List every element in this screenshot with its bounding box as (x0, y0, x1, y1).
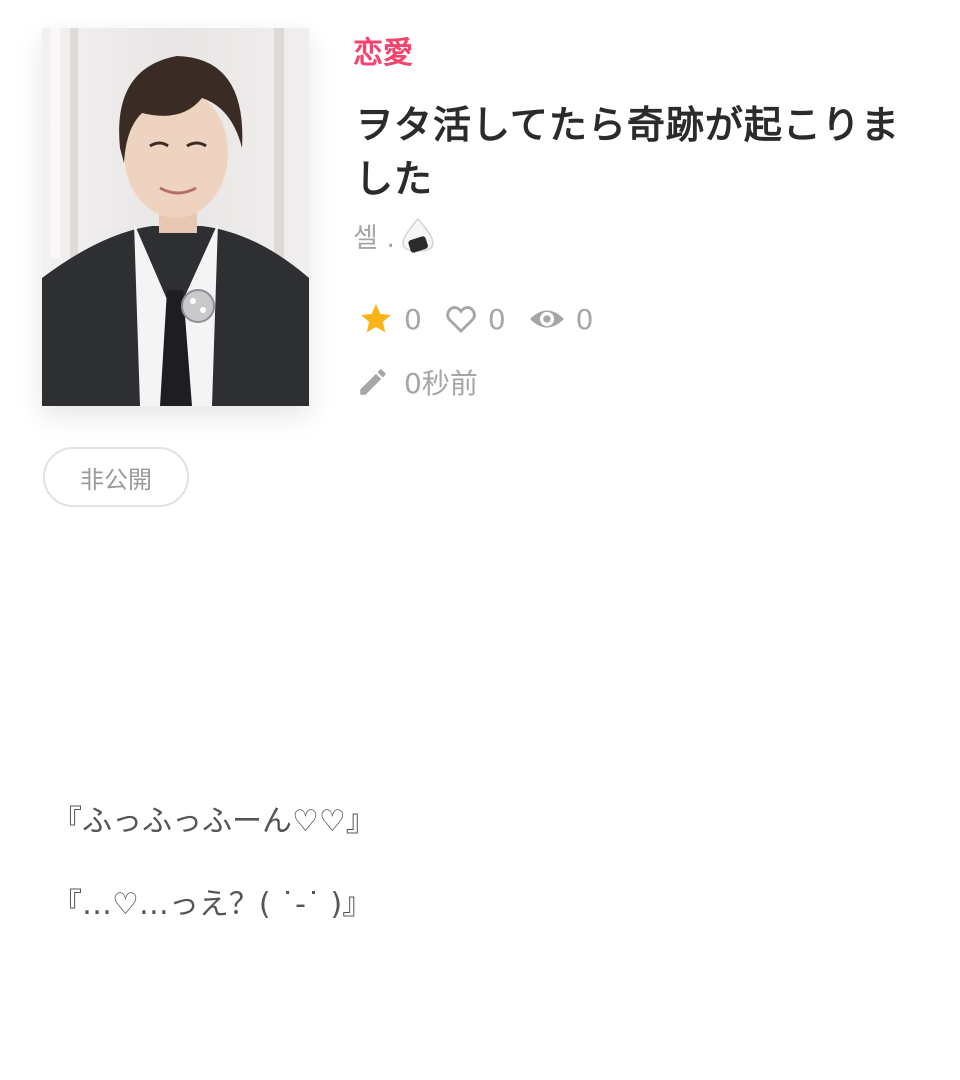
view-count: 0 (528, 302, 594, 336)
author[interactable]: 셀 . (353, 214, 437, 256)
work-title: ヲタ活してたら奇跡が起こりました (355, 103, 900, 201)
pencil-icon (360, 369, 386, 395)
like-count-value: 0 (487, 302, 506, 336)
category-label[interactable]: 恋愛 (353, 34, 413, 74)
cover-image (42, 28, 309, 406)
body-line: 『…♡…っえ？( ˙-˙ )』 (52, 887, 373, 922)
body-line: 『ふっふっふーん♡♡』 (52, 804, 376, 839)
heart-icon (446, 306, 476, 334)
star-count: 0 (358, 301, 422, 337)
star-count-value: 0 (404, 302, 422, 336)
rice-ball-icon (399, 216, 437, 254)
view-count-value: 0 (575, 302, 594, 336)
last-updated: 0秒前 (356, 362, 478, 402)
eye-icon (529, 310, 564, 328)
stats-row: 0 0 0 (358, 298, 615, 340)
visibility-badge: 非公開 (43, 447, 189, 507)
author-name[interactable]: 셀 . (353, 216, 395, 255)
like-count: 0 (444, 302, 506, 336)
last-updated-text: 0秒前 (404, 367, 478, 400)
star-icon (361, 304, 391, 333)
